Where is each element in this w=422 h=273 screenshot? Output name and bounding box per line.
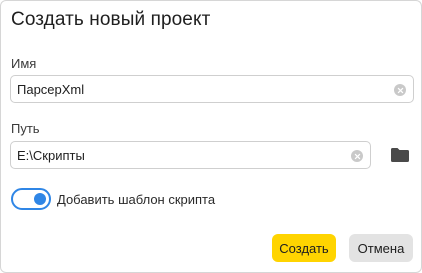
path-input-value: E:\Скрипты <box>17 148 85 163</box>
add-template-label: Добавить шаблон скрипта <box>57 191 216 207</box>
cancel-button[interactable]: Отмена <box>349 234 413 262</box>
name-input-value: ПарсерXml <box>17 82 85 97</box>
clear-path-button[interactable] <box>351 150 363 162</box>
clear-name-button[interactable] <box>394 84 406 96</box>
folder-icon <box>391 148 409 162</box>
path-input[interactable]: E:\Скрипты <box>10 141 371 169</box>
dialog-title: Создать новый проект <box>11 9 211 30</box>
name-input[interactable]: ПарсерXml <box>10 75 414 103</box>
clear-icon <box>397 87 403 93</box>
add-template-toggle[interactable] <box>11 188 51 210</box>
template-toggle-row: Добавить шаблон скрипта <box>11 187 215 211</box>
create-button[interactable]: Создать <box>272 234 336 262</box>
toggle-knob <box>34 193 46 205</box>
browse-folder-button[interactable] <box>388 144 412 166</box>
new-project-dialog: Создать новый проект Имя ПарсерXml Путь … <box>0 0 422 273</box>
clear-icon <box>354 153 360 159</box>
path-label: Путь <box>11 121 40 136</box>
name-label: Имя <box>11 56 37 71</box>
